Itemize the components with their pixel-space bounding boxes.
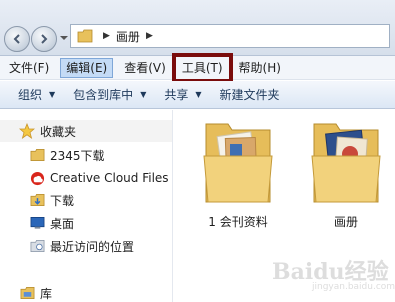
library-label: 库 — [40, 286, 53, 301]
star-icon — [18, 123, 36, 139]
sidebar-item-downloads[interactable]: 下载 — [28, 189, 74, 211]
organize-button[interactable]: 组织 ▼ — [0, 86, 64, 103]
sidebar-item-label: 2345下载 — [50, 148, 105, 163]
new-folder-label: 新建文件夹 — [219, 88, 280, 102]
recent-places-icon — [28, 238, 46, 254]
sidebar-item-recent-places[interactable]: 最近访问的位置 — [28, 235, 134, 257]
sidebar-item-2345-downloads[interactable]: 2345下载 — [28, 144, 105, 166]
sidebar-item-label: 最近访问的位置 — [50, 239, 135, 254]
sidebar-item-libraries[interactable]: 库 — [18, 282, 52, 302]
address-bar[interactable]: ▶ 画册 ▶ — [70, 24, 390, 48]
menu-edit[interactable]: 编辑(E) — [60, 57, 114, 78]
downloads-folder-icon — [28, 192, 46, 208]
menu-file[interactable]: 文件(F) — [4, 58, 54, 78]
arrow-left-icon — [13, 34, 20, 44]
address-toolbar: ▶ 画册 ▶ — [0, 0, 395, 56]
organize-label: 组织 — [18, 88, 43, 102]
desktop-icon — [28, 215, 46, 231]
menu-help[interactable]: 帮助(H) — [234, 58, 286, 78]
include-in-library-button[interactable]: 包含到库中 ▼ — [64, 86, 155, 103]
menu-view[interactable]: 查看(V) — [119, 58, 171, 78]
breadcrumb-separator-icon[interactable]: ▶ — [146, 31, 153, 41]
chevron-down-icon: ▼ — [49, 90, 56, 99]
chevron-down-icon: ▼ — [195, 90, 202, 99]
favorites-label: 收藏夹 — [40, 124, 77, 139]
breadcrumb-current[interactable]: 画册 — [116, 28, 140, 45]
sidebar-item-creative-cloud[interactable]: Creative Cloud Files — [28, 167, 169, 189]
share-label: 共享 — [164, 88, 189, 102]
forward-button[interactable] — [31, 26, 57, 52]
sidebar-item-favorites[interactable]: 收藏夹 — [0, 120, 172, 142]
back-button[interactable] — [4, 26, 30, 52]
include-label: 包含到库中 — [73, 88, 134, 102]
folder-name: 画册 — [333, 215, 358, 229]
creative-cloud-icon — [28, 170, 46, 186]
sidebar-item-label: Creative Cloud Files — [50, 171, 169, 185]
breadcrumb-separator-icon[interactable]: ▶ — [103, 31, 110, 41]
folder-icon — [77, 29, 93, 43]
sidebar-item-label: 下载 — [50, 193, 75, 208]
sidebar-item-label: 桌面 — [50, 216, 75, 231]
arrow-right-icon — [41, 34, 48, 44]
folder-item-conference-materials[interactable]: 1 会刊资料 — [193, 116, 283, 230]
new-folder-button[interactable]: 新建文件夹 — [211, 86, 289, 103]
folder-icon — [28, 147, 46, 163]
navigation-pane: 收藏夹 2345下载 Creative Cloud Files 下载 桌面 最近… — [0, 110, 172, 302]
recent-pages-dropdown-icon[interactable] — [60, 34, 68, 42]
menu-tools[interactable]: 工具(T) — [171, 52, 233, 83]
share-button[interactable]: 共享 ▼ — [155, 86, 210, 103]
menu-bar: 文件(F) 编辑(E) 查看(V) 工具(T) 帮助(H) — [0, 52, 395, 83]
chevron-down-icon: ▼ — [140, 90, 147, 99]
folder-item-brochure[interactable]: 画册 — [301, 116, 391, 230]
watermark-logo: Baidu经验 jingyan.baidu.com — [272, 254, 395, 294]
sidebar-item-desktop[interactable]: 桌面 — [28, 212, 74, 234]
folder-name: 1 会刊资料 — [208, 215, 268, 229]
command-bar: 组织 ▼ 包含到库中 ▼ 共享 ▼ 新建文件夹 — [0, 81, 395, 109]
folder-with-pictures-icon — [311, 123, 381, 203]
folder-with-documents-icon — [203, 123, 273, 203]
library-icon — [18, 285, 36, 301]
